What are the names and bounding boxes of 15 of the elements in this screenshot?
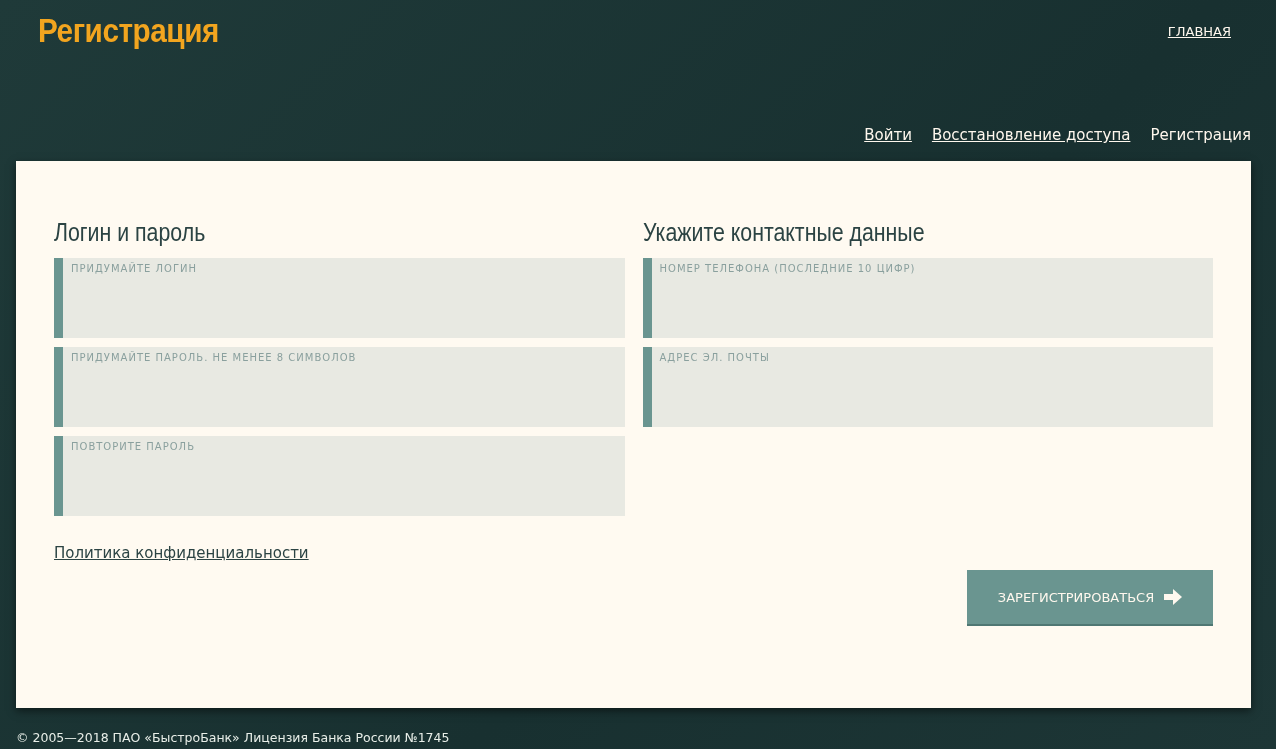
- section-heading: Логин и пароль: [54, 217, 206, 248]
- input-field[interactable]: ПОВТОРИТЕ ПАРОЛЬ: [54, 436, 625, 516]
- nav-link[interactable]: Восстановление доступа: [931, 126, 1131, 144]
- copyright-text: © 2005—2018 ПАО «БыстроБанк» Лицензия Банка России №1745: [16, 730, 450, 745]
- home-link[interactable]: ГЛАВНАЯ: [1167, 24, 1231, 39]
- privacy-policy-link[interactable]: Политика конфиденциальности: [54, 544, 309, 562]
- page-title: Регистрация: [38, 12, 219, 50]
- section-heading: Укажите контактные данные: [642, 217, 925, 248]
- arrow-right-icon: [1164, 589, 1183, 605]
- input-field[interactable]: АДРЕС ЭЛ. ПОЧТЫ: [642, 347, 1213, 427]
- nav-link[interactable]: Войти: [864, 126, 912, 144]
- input-field[interactable]: ПРИДУМАЙТЕ ЛОГИН: [54, 258, 625, 338]
- input-field[interactable]: НОМЕР ТЕЛЕФОНА (ПОСЛЕДНИЕ 10 ЦИФР): [642, 258, 1213, 338]
- input-field[interactable]: ПРИДУМАЙТЕ ПАРОЛЬ. НЕ МЕНЕЕ 8 СИМВОЛОВ: [54, 347, 625, 427]
- current-page-label[interactable]: Регистрация: [1150, 126, 1251, 144]
